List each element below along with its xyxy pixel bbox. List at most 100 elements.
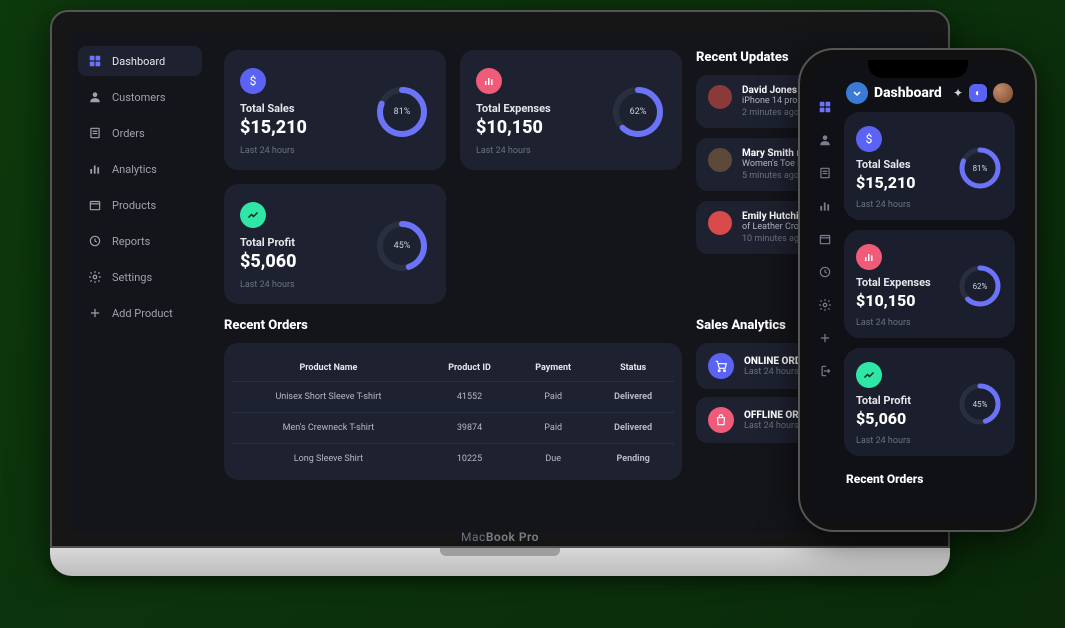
chart-icon bbox=[476, 68, 502, 94]
cell-status: Pending bbox=[592, 444, 674, 475]
phone-stat-expenses[interactable]: Total Expenses $10,150 Last 24 hours 62% bbox=[844, 230, 1015, 338]
rail-item-products[interactable] bbox=[818, 232, 832, 249]
dollar-icon: $ bbox=[856, 126, 882, 152]
avatar bbox=[708, 148, 732, 172]
sidebar-item-label: Products bbox=[112, 199, 156, 212]
orders-section: Recent Orders Product Name Product ID Pa… bbox=[224, 318, 682, 480]
update-text: iPhone 14 pro bbox=[742, 96, 799, 106]
progress-ring-profit: 45% bbox=[374, 218, 430, 274]
sidebar-item-reports[interactable]: Reports bbox=[78, 226, 202, 256]
stat-title: Total Profit bbox=[240, 236, 362, 249]
sidebar-item-analytics[interactable]: Analytics bbox=[78, 154, 202, 184]
gear-icon bbox=[88, 270, 102, 284]
stat-card-expenses[interactable]: Total Expenses $10,150 Last 24 hours 62% bbox=[460, 50, 682, 170]
stat-value: $5,060 bbox=[856, 409, 949, 428]
th-name[interactable]: Product Name bbox=[232, 355, 425, 382]
chart-icon bbox=[856, 244, 882, 270]
rail-item-dashboard[interactable] bbox=[818, 100, 832, 117]
clock-icon bbox=[88, 234, 102, 248]
sidebar-item-label: Analytics bbox=[112, 163, 157, 176]
sidebar-item-label: Customers bbox=[112, 91, 166, 104]
avatar bbox=[708, 211, 732, 235]
table-row[interactable]: Long Sleeve Shirt 10225 Due Pending bbox=[232, 444, 674, 475]
section-title-orders: Recent Orders bbox=[224, 318, 682, 333]
stat-card-profit[interactable]: Total Profit $5,060 Last 24 hours 45% bbox=[224, 184, 446, 304]
th-id[interactable]: Product ID bbox=[425, 355, 514, 382]
progress-ring-expenses: 62% bbox=[610, 84, 666, 140]
update-name: David Jones bbox=[742, 85, 799, 96]
sidebar: Dashboard Customers Orders bbox=[70, 32, 210, 532]
rail-item-analytics[interactable] bbox=[818, 199, 832, 216]
ring-percent: 81% bbox=[973, 164, 988, 173]
stat-sub: Last 24 hours bbox=[240, 146, 362, 156]
bar-chart-icon bbox=[88, 162, 102, 176]
stat-sub: Last 24 hours bbox=[856, 436, 949, 446]
stat-value: $5,060 bbox=[240, 251, 362, 272]
macbook-brand-label: MacBook Pro bbox=[461, 530, 539, 544]
ring-percent: 81% bbox=[394, 107, 411, 117]
box-icon bbox=[88, 198, 102, 212]
sidebar-item-customers[interactable]: Customers bbox=[78, 82, 202, 112]
sidebar-item-orders[interactable]: Orders bbox=[78, 118, 202, 148]
th-payment[interactable]: Payment bbox=[514, 355, 592, 382]
stat-sub: Last 24 hours bbox=[856, 200, 949, 210]
cell-payment: Due bbox=[514, 444, 592, 475]
stat-value: $10,150 bbox=[476, 117, 598, 138]
th-status[interactable]: Status bbox=[592, 355, 674, 382]
sidebar-item-dashboard[interactable]: Dashboard bbox=[78, 46, 202, 76]
phone-stat-profit[interactable]: Total Profit $5,060 Last 24 hours 45% bbox=[844, 348, 1015, 456]
sidebar-item-settings[interactable]: Settings bbox=[78, 262, 202, 292]
cell-name: Unisex Short Sleeve T-shirt bbox=[232, 382, 425, 413]
phone-stat-sales[interactable]: $ Total Sales $15,210 Last 24 hours 81% bbox=[844, 112, 1015, 220]
rail-item-add[interactable] bbox=[818, 331, 832, 348]
phone-app: Dashboard ✦ ◐ $ Total Sales $15,210 Last… bbox=[810, 60, 1025, 520]
rail-item-customers[interactable] bbox=[818, 133, 832, 150]
bag-icon bbox=[708, 407, 734, 433]
phone-section-orders: Recent Orders bbox=[844, 466, 1015, 488]
cell-id: 41552 bbox=[425, 382, 514, 413]
stat-value: $10,150 bbox=[856, 291, 949, 310]
stat-card-sales[interactable]: $ Total Sales $15,210 Last 24 hours 81% bbox=[224, 50, 446, 170]
progress-ring: 45% bbox=[957, 381, 1003, 427]
sidebar-item-label: Orders bbox=[112, 127, 145, 140]
rail-item-orders[interactable] bbox=[818, 166, 832, 183]
iphone-notch bbox=[868, 60, 968, 78]
table-row[interactable]: Unisex Short Sleeve T-shirt 41552 Paid D… bbox=[232, 382, 674, 413]
person-icon bbox=[88, 90, 102, 104]
avatar[interactable] bbox=[993, 83, 1013, 103]
table-row[interactable]: Men's Crewneck T-shirt 39874 Paid Delive… bbox=[232, 413, 674, 444]
star-icon[interactable]: ✦ bbox=[953, 86, 963, 100]
orders-table-card: Product Name Product ID Payment Status U… bbox=[224, 343, 682, 480]
sidebar-item-label: Reports bbox=[112, 235, 150, 248]
rail-item-reports[interactable] bbox=[818, 265, 832, 282]
stat-sub: Last 24 hours bbox=[240, 280, 362, 290]
phone-page-title: Dashboard bbox=[874, 85, 953, 101]
ring-percent: 45% bbox=[973, 400, 988, 409]
ring-percent: 62% bbox=[973, 282, 988, 291]
update-text: Women's Toe L… bbox=[742, 159, 808, 169]
orders-table: Product Name Product ID Payment Status U… bbox=[232, 355, 674, 474]
sidebar-item-add-product[interactable]: Add Product bbox=[78, 298, 202, 328]
cell-id: 10225 bbox=[425, 444, 514, 475]
stat-title: Total Expenses bbox=[856, 276, 949, 289]
theme-toggle-icon[interactable]: ◐ bbox=[969, 84, 987, 102]
stat-title: Total Sales bbox=[856, 158, 949, 171]
rail-item-logout[interactable] bbox=[818, 364, 832, 381]
stat-value: $15,210 bbox=[240, 117, 362, 138]
cell-status: Delivered bbox=[592, 413, 674, 444]
ring-percent: 45% bbox=[394, 241, 411, 251]
sidebar-item-label: Settings bbox=[112, 271, 152, 284]
plus-icon bbox=[88, 306, 102, 320]
cell-payment: Paid bbox=[514, 382, 592, 413]
sidebar-item-products[interactable]: Products bbox=[78, 190, 202, 220]
trend-icon bbox=[240, 202, 266, 228]
cart-icon bbox=[708, 353, 734, 379]
stat-sub: Last 24 hours bbox=[476, 146, 598, 156]
sidebar-item-label: Dashboard bbox=[112, 55, 165, 68]
update-name: Mary Smith re bbox=[742, 148, 808, 159]
cell-name: Men's Crewneck T-shirt bbox=[232, 413, 425, 444]
app-logo-icon[interactable] bbox=[846, 82, 868, 104]
rail-item-settings[interactable] bbox=[818, 298, 832, 315]
iphone-device: Dashboard ✦ ◐ $ Total Sales $15,210 Last… bbox=[800, 50, 1035, 530]
grid-icon bbox=[88, 54, 102, 68]
